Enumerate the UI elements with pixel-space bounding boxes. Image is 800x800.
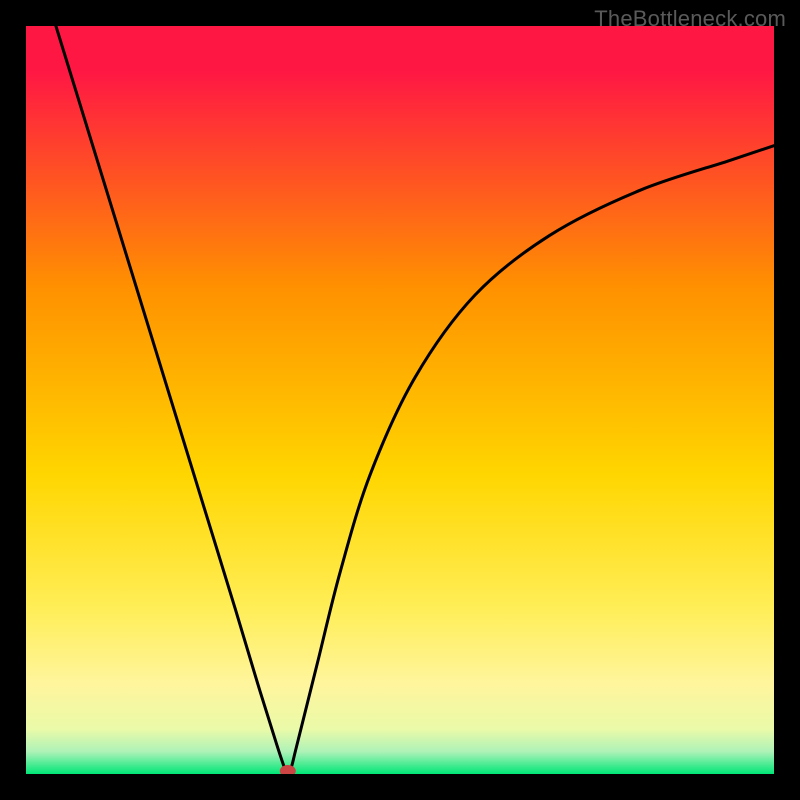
chart-container: TheBottleneck.com (0, 0, 800, 800)
gradient-background (26, 26, 774, 774)
chart-svg (26, 26, 774, 774)
watermark-text: TheBottleneck.com (594, 6, 786, 32)
plot-area (26, 26, 774, 774)
